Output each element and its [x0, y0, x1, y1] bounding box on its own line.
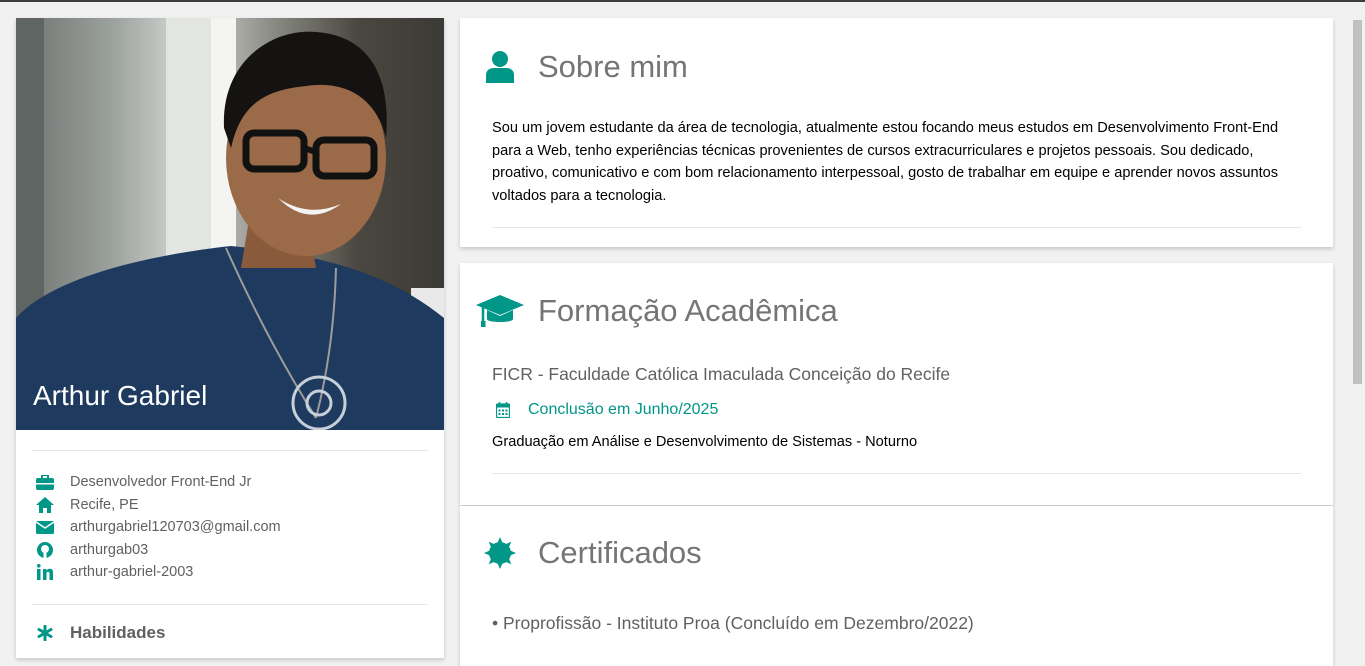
detail-github[interactable]: arthurgab03: [32, 539, 428, 562]
home-icon: [34, 496, 56, 513]
detail-linkedin[interactable]: arthur-gabriel-2003: [32, 561, 428, 584]
briefcase-icon: [34, 474, 56, 490]
skills-heading: Habilidades: [16, 605, 444, 661]
about-title: Sobre mim: [538, 49, 688, 84]
divider: [492, 227, 1301, 228]
user-icon: [476, 51, 524, 83]
certificates-card: Certificados • Proprofissão - Instituto …: [460, 506, 1333, 666]
divider: [492, 472, 1301, 474]
scrollbar-thumb[interactable]: [1353, 20, 1362, 384]
about-card: Sobre mim Sou um jovem estudante da área…: [460, 18, 1333, 247]
asterisk-icon: [34, 624, 56, 641]
detail-email[interactable]: arthurgabriel120703@gmail.com: [32, 516, 428, 539]
linkedin-icon: [34, 564, 56, 581]
detail-job: Desenvolvedor Front-End Jr: [32, 471, 428, 494]
education-school: FICR - Faculdade Católica Imaculada Conc…: [492, 364, 951, 384]
page-scrollbar[interactable]: [1350, 2, 1365, 647]
graduation-cap-icon: [476, 295, 524, 327]
education-header: Formação Acadêmica: [460, 291, 1333, 331]
profile-photo: Arthur Gabriel: [16, 18, 444, 430]
certificate-badge-icon: [476, 537, 524, 569]
about-text: Sou um jovem estudante da área de tecnol…: [492, 120, 1279, 204]
calendar-icon: [492, 402, 514, 418]
profile-name: Arthur Gabriel: [33, 380, 208, 411]
education-course: Graduação em Análise e Desenvolvimento d…: [492, 434, 918, 450]
education-title: Formação Acadêmica: [538, 293, 838, 328]
certificates-title: Certificados: [538, 535, 702, 570]
about-header: Sobre mim: [460, 47, 1333, 87]
certificates-header: Certificados: [460, 533, 1333, 573]
browser-top-border: [0, 0, 1365, 2]
education-date: Conclusão em Junho/2025: [460, 401, 1333, 419]
github-icon: [34, 541, 56, 558]
certificate-item: • Proprofissão - Instituto Proa (Concluí…: [492, 613, 974, 633]
profile-card: Arthur Gabriel Desenvolvedor Front-End J…: [16, 18, 444, 658]
education-card: Formação Acadêmica FICR - Faculdade Cató…: [460, 263, 1333, 505]
detail-location: Recife, PE: [32, 494, 428, 517]
envelope-icon: [34, 519, 56, 535]
profile-details: Desenvolvedor Front-End Jr Recife, PE ar…: [16, 451, 444, 594]
